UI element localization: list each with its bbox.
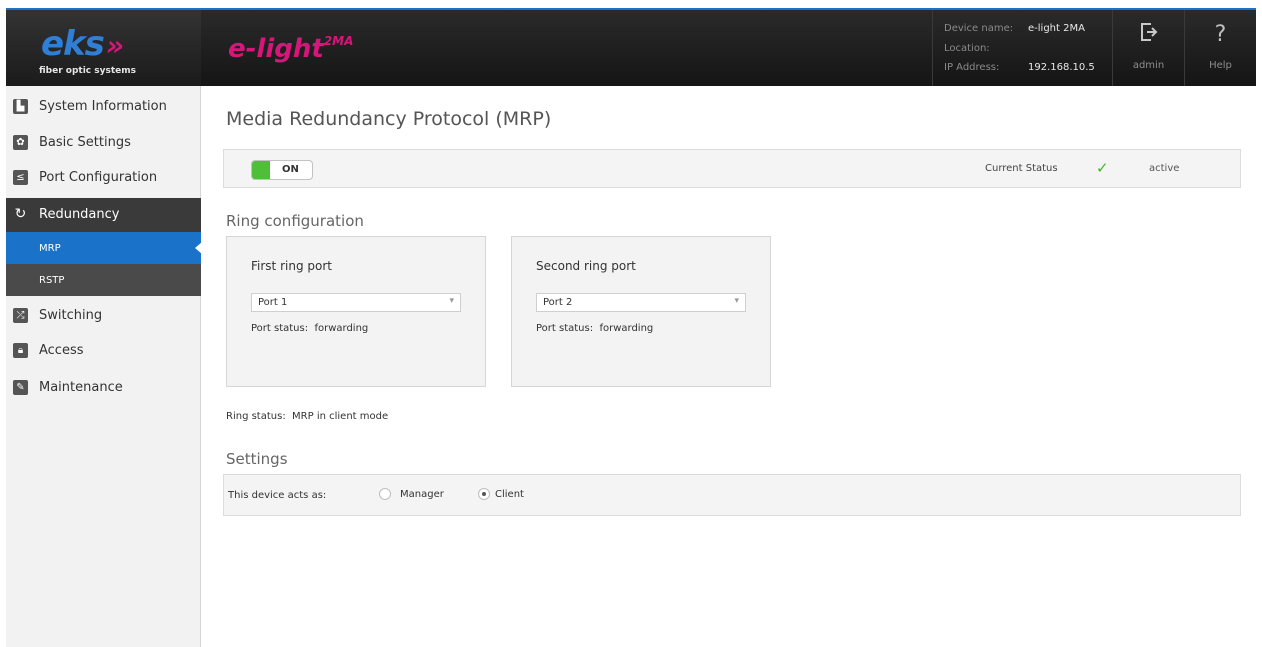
sidebar-item-label: Switching (39, 308, 103, 323)
chevron-down-icon: ▾ (449, 296, 454, 306)
sidebar-item-maintenance[interactable]: ✎ Maintenance (6, 371, 201, 405)
location-row: Location: (944, 43, 990, 54)
port-icon: ≤ (13, 170, 28, 185)
ip-row: IP Address: 192.168.10.5 (944, 62, 1095, 73)
settings-bar: This device acts as: Manager Client (223, 474, 1241, 516)
manager-radio-label: Manager (400, 489, 444, 500)
toggle-label: ON (282, 164, 299, 175)
gear-icon: ✿ (13, 135, 28, 150)
second-ring-port-title: Second ring port (536, 259, 636, 273)
product-suffix: 2MA (323, 34, 354, 48)
sidebar-item-access[interactable]: 🔒︎ Access (6, 334, 201, 368)
sidebar-subitem-label: MRP (39, 243, 61, 254)
second-port-status: Port status: forwarding (536, 323, 653, 334)
ring-status-label: Ring status: (226, 411, 286, 422)
help-button[interactable]: ? Help (1184, 10, 1256, 86)
port-status-label: Port status: (251, 323, 309, 334)
sidebar-item-label: Access (39, 343, 84, 358)
mrp-toggle[interactable]: ON (251, 160, 313, 180)
sidebar-item-label: Basic Settings (39, 135, 131, 150)
first-port-status: Port status: forwarding (251, 323, 368, 334)
logo-subtitle: fiber optic systems (39, 66, 136, 76)
logo-arrows-icon: » (105, 29, 124, 62)
top-header: eks» fiber optic systems e-light2MA Devi… (6, 10, 1256, 86)
ip-value: 192.168.10.5 (1028, 62, 1095, 73)
check-icon: ✓ (1096, 159, 1109, 177)
cycle-icon: ↻ (14, 206, 27, 222)
sidebar-item-redundancy[interactable]: ↻ Redundancy (6, 198, 201, 232)
logout-icon (1113, 22, 1184, 52)
device-name-label: Device name: (944, 23, 1014, 34)
chart-icon: ▙ (13, 99, 28, 114)
sidebar-item-basic-settings[interactable]: ✿ Basic Settings (6, 126, 201, 160)
second-ring-port-select[interactable]: Port 2 ▾ (536, 293, 746, 312)
device-name-value: e-light 2MA (1028, 23, 1085, 34)
sidebar-item-port-configuration[interactable]: ≤ Port Configuration (6, 161, 201, 195)
ring-status-value: MRP in client mode (292, 411, 389, 422)
ring-configuration-title: Ring configuration (226, 212, 364, 230)
toggle-knob (252, 161, 270, 179)
chevron-down-icon: ▾ (734, 296, 739, 306)
sidebar-item-label: Redundancy (39, 207, 120, 222)
first-ring-port-card: First ring port Port 1 ▾ Port status: fo… (226, 236, 486, 387)
acts-as-label: This device acts as: (228, 490, 327, 501)
first-ring-port-title: First ring port (251, 259, 332, 273)
sidebar-item-label: System Information (39, 99, 167, 114)
help-icon: ? (1214, 22, 1227, 47)
user-label: admin (1132, 60, 1165, 71)
port-status-value: forwarding (314, 323, 369, 334)
manager-radio[interactable] (379, 488, 391, 500)
port-status-value: forwarding (599, 323, 654, 334)
logo: eks» fiber optic systems (6, 10, 201, 86)
status-bar: ON Current Status ✓ active (223, 149, 1241, 188)
device-info: Device name: e-light 2MA Location: IP Ad… (932, 10, 1112, 86)
sidebar-subitem-mrp[interactable]: MRP (6, 232, 202, 264)
product-name: e-light2MA (228, 34, 353, 64)
help-label: Help (1209, 60, 1232, 71)
settings-title: Settings (226, 450, 288, 468)
logout-button[interactable]: admin (1112, 10, 1184, 86)
first-ring-port-value: Port 1 (258, 297, 288, 308)
port-status-label: Port status: (536, 323, 594, 334)
sidebar-subitem-label: RSTP (39, 275, 65, 286)
product-name-text: e-light (228, 34, 324, 64)
first-ring-port-select[interactable]: Port 1 ▾ (251, 293, 461, 312)
page-title: Media Redundancy Protocol (MRP) (226, 108, 552, 130)
sidebar: ▙ System Information ✿ Basic Settings ≤ … (6, 86, 202, 647)
current-status-label: Current Status (985, 163, 1058, 174)
second-ring-port-value: Port 2 (543, 297, 573, 308)
ring-status: Ring status: MRP in client mode (226, 411, 388, 422)
app-window: eks» fiber optic systems e-light2MA Devi… (6, 8, 1256, 647)
ip-label: IP Address: (944, 62, 1000, 73)
client-radio-label: Client (495, 489, 524, 500)
device-name-row: Device name: e-light 2MA (944, 23, 1085, 34)
sidebar-item-label: Port Configuration (39, 170, 158, 185)
second-ring-port-card: Second ring port Port 2 ▾ Port status: f… (511, 236, 771, 387)
main-content: Media Redundancy Protocol (MRP) ON Curre… (202, 86, 1256, 647)
current-status-value: active (1149, 163, 1180, 174)
lock-icon: 🔒︎ (13, 343, 28, 358)
sidebar-item-switching[interactable]: ⤮ Switching (6, 299, 201, 333)
sidebar-item-label: Maintenance (39, 380, 123, 395)
shuffle-icon: ⤮ (13, 308, 28, 323)
client-radio[interactable] (478, 488, 490, 500)
wrench-icon: ✎ (13, 380, 28, 395)
sidebar-subitem-rstp[interactable]: RSTP (6, 264, 201, 296)
logo-text: eks (41, 24, 105, 64)
sidebar-item-system-information[interactable]: ▙ System Information (6, 90, 201, 124)
location-label: Location: (944, 43, 990, 54)
